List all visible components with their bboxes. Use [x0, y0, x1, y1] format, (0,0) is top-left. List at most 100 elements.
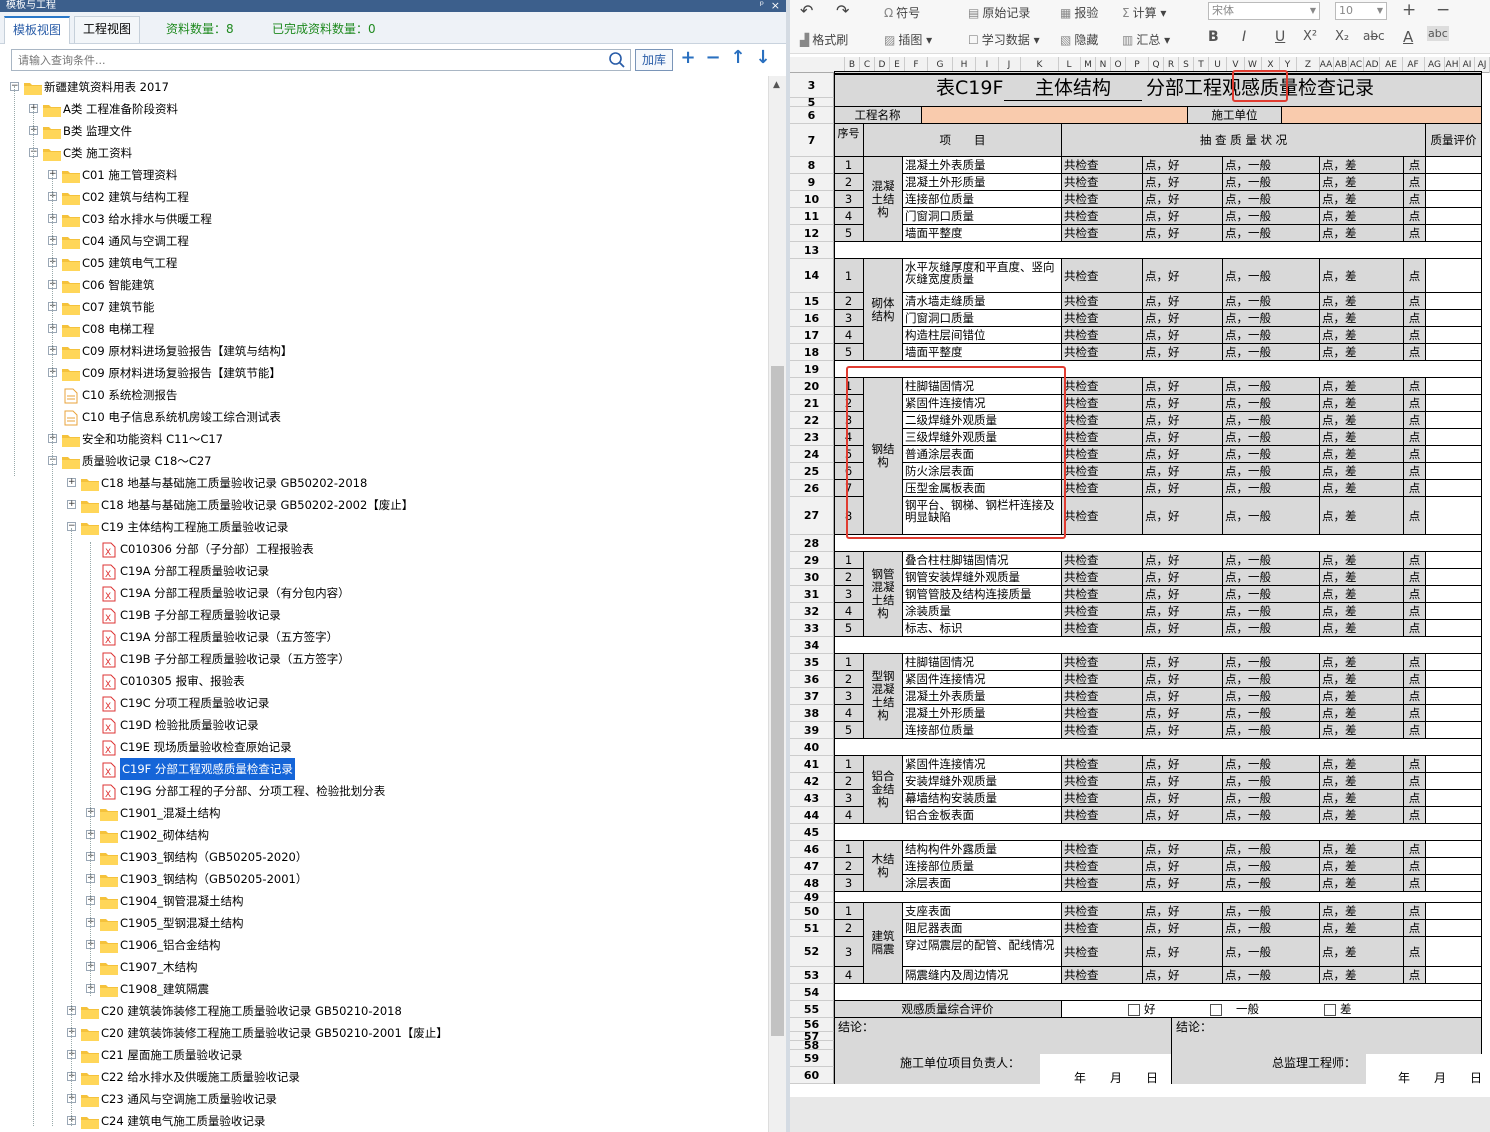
point-cell[interactable]: 点: [1404, 552, 1426, 569]
tree-item[interactable]: − 质量验收记录 C18～C27: [0, 450, 768, 472]
search-input[interactable]: [12, 50, 602, 70]
normal-cell[interactable]: 点，一般: [1223, 903, 1320, 920]
row-header[interactable]: 38: [790, 705, 834, 722]
tree-item[interactable]: + C04 通风与空调工程: [0, 230, 768, 252]
normal-cell[interactable]: 点，一般: [1223, 463, 1320, 480]
remove-icon[interactable]: −: [702, 47, 724, 68]
bad-cell[interactable]: 点，差: [1320, 920, 1404, 937]
item-cell[interactable]: 铝合金板表面: [903, 807, 1062, 824]
normal-cell[interactable]: 点，一般: [1223, 446, 1320, 463]
normal-cell[interactable]: 点，一般: [1223, 807, 1320, 824]
checkbox-bad[interactable]: [1324, 1003, 1336, 1016]
tree-item[interactable]: X C19E 现场质量验收检查原始记录: [0, 736, 768, 758]
tree-item[interactable]: + C09 原材料进场复验报告【建筑与结构】: [0, 340, 768, 362]
total-check-cell[interactable]: 共检查: [1062, 920, 1143, 937]
tree-item[interactable]: + C1903_钢结构（GB50205-2001）: [0, 868, 768, 890]
row-header[interactable]: 13: [790, 242, 834, 259]
tree-item[interactable]: X C19A 分部工程质量验收记录（五方签字）: [0, 626, 768, 648]
check-header[interactable]: 抽 查 质 量 状 况: [1062, 124, 1426, 157]
good-cell[interactable]: 点，好: [1143, 967, 1223, 984]
total-check-cell[interactable]: 共检查: [1062, 225, 1143, 242]
normal-cell[interactable]: 点，一般: [1223, 480, 1320, 497]
bad-cell[interactable]: 点，差: [1320, 705, 1404, 722]
row-header[interactable]: 36: [790, 671, 834, 688]
row-header[interactable]: 55: [790, 1001, 834, 1018]
seq-cell[interactable]: 3: [834, 937, 864, 967]
tree-item[interactable]: X C19A 分部工程质量验收记录（有分包内容）: [0, 582, 768, 604]
total-check-cell[interactable]: 共检查: [1062, 552, 1143, 569]
seq-cell[interactable]: 2: [834, 920, 864, 937]
tree-item[interactable]: X C19B 子分部工程质量验收记录: [0, 604, 768, 626]
bad-cell[interactable]: 点，差: [1320, 552, 1404, 569]
item-cell[interactable]: 混凝土外表质量: [903, 688, 1062, 705]
point-cell[interactable]: 点: [1404, 671, 1426, 688]
point-cell[interactable]: 点: [1404, 875, 1426, 892]
normal-cell[interactable]: 点，一般: [1223, 174, 1320, 191]
clear-format-icon[interactable]: abc: [1427, 26, 1449, 41]
tree-item[interactable]: + C21 屋面施工质量验收记录: [0, 1044, 768, 1066]
font-size-select[interactable]: 10 ▼: [1335, 2, 1387, 20]
row-header[interactable]: 45: [790, 824, 834, 841]
item-cell[interactable]: 连接部位质量: [903, 191, 1062, 208]
bad-cell[interactable]: 点，差: [1320, 463, 1404, 480]
point-cell[interactable]: 点: [1404, 569, 1426, 586]
tree-item[interactable]: + C05 建筑电气工程: [0, 252, 768, 274]
point-cell[interactable]: 点: [1404, 841, 1426, 858]
seq-cell[interactable]: 2: [834, 858, 864, 875]
good-cell[interactable]: 点，好: [1143, 937, 1223, 967]
normal-cell[interactable]: 点，一般: [1223, 586, 1320, 603]
total-check-cell[interactable]: 共检查: [1062, 429, 1143, 446]
item-cell[interactable]: 紧固件连接情况: [903, 756, 1062, 773]
bad-cell[interactable]: 点，差: [1320, 446, 1404, 463]
point-cell[interactable]: 点: [1404, 310, 1426, 327]
bad-cell[interactable]: 点，差: [1320, 586, 1404, 603]
tree-item[interactable]: + C1904_钢管混凝土结构: [0, 890, 768, 912]
good-cell[interactable]: 点，好: [1143, 722, 1223, 739]
point-cell[interactable]: 点: [1404, 722, 1426, 739]
tree-item[interactable]: X C19B 子分部工程质量验收记录（五方签字）: [0, 648, 768, 670]
row-header[interactable]: 12: [790, 225, 834, 242]
good-cell[interactable]: 点，好: [1143, 157, 1223, 174]
total-check-cell[interactable]: 共检查: [1062, 586, 1143, 603]
total-check-cell[interactable]: 共检查: [1062, 259, 1143, 293]
underline-icon[interactable]: U: [1275, 29, 1285, 45]
good-cell[interactable]: 点，好: [1143, 569, 1223, 586]
item-cell[interactable]: 清水墙走缝质量: [903, 293, 1062, 310]
bad-cell[interactable]: 点，差: [1320, 191, 1404, 208]
item-cell[interactable]: 混凝土外形质量: [903, 705, 1062, 722]
normal-cell[interactable]: 点，一般: [1223, 920, 1320, 937]
row-header[interactable]: 53: [790, 967, 834, 984]
row-header[interactable]: 52: [790, 937, 834, 967]
bad-cell[interactable]: 点，差: [1320, 858, 1404, 875]
normal-cell[interactable]: 点，一般: [1223, 412, 1320, 429]
tree-item[interactable]: X C010305 报审、报验表: [0, 670, 768, 692]
summary-button[interactable]: ▥ 汇总 ▾: [1122, 31, 1170, 48]
font-color-icon[interactable]: A: [1403, 28, 1413, 46]
bad-cell[interactable]: 点，差: [1320, 344, 1404, 361]
study-data-button[interactable]: ☐ 学习数据 ▾: [968, 31, 1040, 48]
row-header[interactable]: 49: [790, 892, 834, 903]
point-cell[interactable]: 点: [1404, 208, 1426, 225]
row-header[interactable]: 7: [790, 124, 834, 157]
overall-label[interactable]: 观感质量综合评价: [834, 1001, 1062, 1018]
tree-item[interactable]: − 新疆建筑资料用表 2017: [0, 76, 768, 98]
normal-cell[interactable]: 点，一般: [1223, 395, 1320, 412]
point-cell[interactable]: 点: [1404, 705, 1426, 722]
tree-item[interactable]: X C010306 分部（子分部）工程报验表: [0, 538, 768, 560]
point-cell[interactable]: 点: [1404, 773, 1426, 790]
total-check-cell[interactable]: 共检查: [1062, 497, 1143, 535]
option-bad[interactable]: 差: [1324, 1001, 1352, 1017]
bad-cell[interactable]: 点，差: [1320, 378, 1404, 395]
normal-cell[interactable]: 点，一般: [1223, 378, 1320, 395]
good-cell[interactable]: 点，好: [1143, 903, 1223, 920]
row-header[interactable]: 16: [790, 310, 834, 327]
bad-cell[interactable]: 点，差: [1320, 293, 1404, 310]
point-cell[interactable]: 点: [1404, 967, 1426, 984]
good-cell[interactable]: 点，好: [1143, 875, 1223, 892]
increase-font-icon[interactable]: +: [1402, 0, 1416, 20]
good-cell[interactable]: 点，好: [1143, 654, 1223, 671]
tree-item[interactable]: + C08 电梯工程: [0, 318, 768, 340]
total-check-cell[interactable]: 共检查: [1062, 705, 1143, 722]
normal-cell[interactable]: 点，一般: [1223, 937, 1320, 967]
row-header[interactable]: 44: [790, 807, 834, 824]
